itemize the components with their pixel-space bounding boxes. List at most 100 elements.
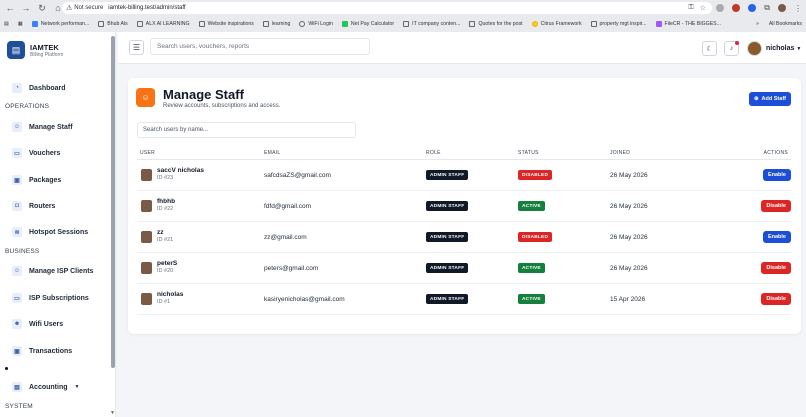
role-badge: ADMIN STAFF <box>426 170 469 180</box>
all-bookmarks[interactable]: All Bookmarks <box>769 21 802 27</box>
table-row: saccV nicholas ID #23 safcdsaZS@gmail.co… <box>137 160 791 191</box>
profile-icon[interactable] <box>778 4 786 12</box>
disable-button[interactable]: Disable <box>761 200 791 212</box>
table-row: nicholas ID #1 kasiryenicholas@gmail.com… <box>137 284 791 315</box>
add-user-icon: ⊕ <box>753 96 759 102</box>
chevron-down-icon: ▼ <box>796 46 802 52</box>
sidebar-item-manage-staff[interactable]: ☺ Manage Staff <box>12 122 73 132</box>
favicon-icon <box>341 21 348 27</box>
menu-icon[interactable]: ⋮ <box>794 4 802 13</box>
user-name: fhbhb <box>157 198 176 205</box>
bullet <box>5 367 8 370</box>
joined-date: 26 May 2026 <box>610 265 648 272</box>
address-bar[interactable]: ⚠ Not secure iamtek-billing.test/admin/st… <box>62 2 712 14</box>
back-icon[interactable]: ← <box>4 2 16 14</box>
status-badge: DISABLED <box>518 170 553 180</box>
dashboard-icon: ◔ <box>12 83 22 93</box>
status-badge: DISABLED <box>518 232 553 242</box>
disable-button[interactable]: Disable <box>761 262 791 274</box>
avatar <box>141 169 152 181</box>
reload-icon[interactable]: ↻ <box>36 2 48 14</box>
user-email: safcdsaZS@gmail.com <box>264 172 331 179</box>
add-staff-button[interactable]: ⊕ Add Staff <box>748 92 791 106</box>
apps-icon[interactable]: ▦ <box>18 21 23 27</box>
notification-badge <box>735 41 739 45</box>
global-search-input[interactable]: Search users, vouchers, reports <box>150 38 370 55</box>
sidebar-item-transactions[interactable]: ▣ Transactions <box>12 346 72 356</box>
extension-icon[interactable] <box>748 4 757 12</box>
sidebar-item-dashboard[interactable]: ◔ Dashboard <box>12 83 66 93</box>
sidebar-item-accounting[interactable]: ▤ Accounting ▼ <box>12 382 79 392</box>
sidebar-item-routers[interactable]: ◘ Routers <box>12 201 55 211</box>
sidebar-item-packages[interactable]: ▣ Packages <box>12 175 61 185</box>
sidebar-item-vouchers[interactable]: ▭ Vouchers <box>12 148 60 158</box>
scroll-down-icon[interactable]: ▼ <box>110 410 115 416</box>
page-subtitle: Review accounts, subscriptions and acces… <box>163 103 281 109</box>
role-badge: ADMIN STAFF <box>426 201 469 211</box>
sidebar-item-isp-subscriptions[interactable]: ▭ ISP Subscriptions <box>12 293 89 303</box>
bookmark[interactable]: Citrus Framework <box>531 21 582 27</box>
bookmark[interactable]: Quotes for the post <box>469 21 523 27</box>
bookmark[interactable]: property mgt inspir... <box>590 21 647 27</box>
money-icon: ▣ <box>12 346 22 356</box>
joined-date: 15 Apr 2026 <box>610 296 646 303</box>
users-icon: ☻ <box>12 319 22 329</box>
extension-icon[interactable] <box>716 4 725 12</box>
chevron-down-icon: ▼ <box>74 384 80 390</box>
user-email: peters@gmail.com <box>264 265 319 272</box>
bookmark[interactable]: IT company conten... <box>403 21 460 27</box>
menu-toggle-icon[interactable]: ☰ <box>129 40 144 55</box>
folder-icon <box>403 21 410 27</box>
notifications-icon[interactable]: ♪ <box>724 41 739 56</box>
avatar <box>141 262 152 274</box>
page-title: Manage Staff <box>163 87 244 102</box>
avatar[interactable] <box>747 41 762 56</box>
user-name: saccV nicholas <box>157 167 204 174</box>
more-bookmarks-icon[interactable]: » <box>756 21 759 27</box>
bookmark[interactable]: FileCR - THE BIGGES... <box>655 21 721 27</box>
brand-subtitle: Billing Platform <box>30 51 64 58</box>
key-icon[interactable]: ⚿ <box>688 4 693 12</box>
bookmark[interactable]: ALX AI LEARNING <box>136 21 190 27</box>
enable-button[interactable]: Enable <box>762 231 791 243</box>
bookmark[interactable]: Website inspirations <box>198 21 254 27</box>
warning-icon: ⚠ <box>66 5 73 12</box>
user-id: ID #22 <box>157 206 174 212</box>
url-text: iamtek-billing.test/admin/staff <box>108 5 186 11</box>
sidebar-toggle-icon[interactable]: ▤ <box>4 21 9 27</box>
sidebar-item-hotspot-sessions[interactable]: ≋ Hotspot Sessions <box>12 227 88 237</box>
card-icon: ▭ <box>12 293 22 303</box>
address-row: ← → ↻ ⌂ ⚠ Not secure iamtek-billing.test/… <box>0 0 806 16</box>
column-header-email: EMAIL <box>264 150 281 156</box>
favicon-icon <box>655 21 662 27</box>
bookmark[interactable]: Net Pay Calculator <box>341 21 394 27</box>
ticket-icon: ▭ <box>12 148 22 158</box>
user-search-input[interactable]: Search users by name... <box>137 122 356 138</box>
extension-icon[interactable] <box>732 4 741 12</box>
column-header-status: STATUS <box>518 150 539 156</box>
bookmark[interactable]: Bhub Als <box>98 21 128 27</box>
status-badge: ACTIVE <box>518 263 545 273</box>
globe-icon <box>299 21 306 27</box>
sidebar-item-manage-isp-clients[interactable]: ☺ Manage ISP Clients <box>12 266 93 276</box>
folder-icon <box>136 21 143 27</box>
brand[interactable]: ▤ IAMTEK Billing Platform <box>7 41 63 59</box>
not-secure-indicator[interactable]: ⚠ Not secure <box>66 4 103 12</box>
role-badge: ADMIN STAFF <box>426 294 469 304</box>
forward-icon[interactable]: → <box>20 2 32 14</box>
enable-button[interactable]: Enable <box>762 169 791 181</box>
extensions-icon[interactable]: ⧉ <box>764 3 770 13</box>
theme-toggle-icon[interactable]: ☾ <box>702 41 717 56</box>
browser-chrome: ← → ↻ ⌂ ⚠ Not secure iamtek-billing.test/… <box>0 0 806 32</box>
bookmark[interactable]: WiFi Login <box>299 21 333 27</box>
joined-date: 26 May 2026 <box>610 203 648 210</box>
disable-button[interactable]: Disable <box>761 293 791 305</box>
folder-icon <box>590 21 597 27</box>
user-id: ID #21 <box>157 237 174 243</box>
sidebar-item-wifi-users[interactable]: ☻ Wifi Users <box>12 319 63 329</box>
user-menu[interactable]: nicholas ▼ <box>766 45 801 52</box>
star-icon[interactable]: ☆ <box>700 4 706 12</box>
sidebar-scrollbar[interactable] <box>111 36 115 368</box>
bookmark[interactable]: learning <box>262 21 290 27</box>
bookmark[interactable]: Network performan... <box>31 21 89 27</box>
